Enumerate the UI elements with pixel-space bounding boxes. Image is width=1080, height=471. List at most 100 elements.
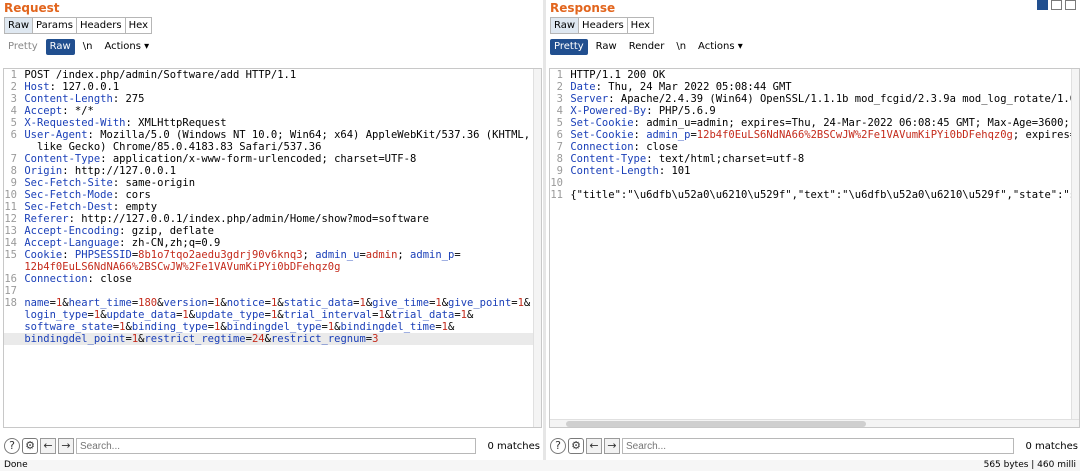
match-count: 0 matches bbox=[487, 440, 540, 452]
header-name: User-Agent bbox=[24, 129, 88, 141]
vertical-scrollbar[interactable] bbox=[533, 69, 541, 427]
line-number: 2 bbox=[556, 81, 563, 93]
tab-headers[interactable]: Headers bbox=[75, 17, 126, 34]
cookie-value: 8b1o7tqo2aedu3gdrj90v6knq3 bbox=[138, 249, 303, 261]
code-line: software_state=1&binding_type=1&bindingd… bbox=[4, 321, 541, 333]
cookie-value: 12b4f0EuLS6NdNA66%2BSCwJW%2Fe1VAVumKiPYi… bbox=[24, 261, 341, 273]
line-number: 10 bbox=[4, 189, 17, 201]
actions-label: Actions bbox=[698, 41, 735, 52]
chevron-down-icon: ▾ bbox=[737, 41, 743, 52]
param-value: 3 bbox=[372, 333, 379, 345]
header-name: Content-Type bbox=[570, 153, 647, 165]
header-value: : application/x-www-form-urlencoded; cha… bbox=[100, 153, 417, 165]
tab-headers[interactable]: Headers bbox=[578, 17, 628, 34]
line-number: 4 bbox=[10, 105, 17, 117]
param-separator: & bbox=[447, 321, 455, 333]
line-content: Content-Type: application/x-www-form-url… bbox=[18, 153, 541, 165]
gear-icon[interactable]: ⚙ bbox=[568, 438, 584, 454]
help-icon[interactable]: ? bbox=[4, 438, 20, 454]
response-lines: 1 HTTP/1.1 200 OK 2 Date: Thu, 24 Mar 202… bbox=[550, 69, 1079, 201]
line-content: Connection: close bbox=[564, 141, 1079, 153]
line-content: Set-Cookie: admin_u=admin; expires=Thu, … bbox=[564, 117, 1079, 129]
request-pane: Request Raw Params Headers Hex Pretty Ra… bbox=[0, 0, 544, 460]
response-stats: 565 bytes | 460 milli bbox=[983, 460, 1076, 470]
next-match-button[interactable]: → bbox=[58, 438, 74, 454]
actions-dropdown[interactable]: Actions ▾ bbox=[694, 39, 747, 55]
tab-raw[interactable]: Raw bbox=[550, 17, 580, 34]
line-content: software_state=1&binding_type=1&bindingd… bbox=[18, 321, 541, 333]
rows-layout-icon[interactable] bbox=[1051, 0, 1062, 10]
code-line: bindingdel_point=1&restrict_regtime=24&r… bbox=[4, 333, 541, 345]
line-number: 6 bbox=[10, 129, 17, 141]
line-content: Host: 127.0.0.1 bbox=[18, 81, 541, 93]
header-value: : same-origin bbox=[112, 177, 196, 189]
pretty-button[interactable]: Pretty bbox=[550, 39, 588, 55]
status-text: Done bbox=[4, 460, 28, 470]
header-value: : http://127.0.0.1/index.php/admin/Home/… bbox=[68, 213, 429, 225]
code-line: 18 name=1&heart_time=180&version=1&notic… bbox=[4, 297, 541, 309]
render-button[interactable]: Render bbox=[625, 39, 669, 55]
param-name: give_point bbox=[448, 297, 512, 309]
line-number: 8 bbox=[556, 153, 563, 165]
tab-hex[interactable]: Hex bbox=[124, 17, 152, 34]
param-name: give_time bbox=[372, 297, 430, 309]
pretty-button[interactable]: Pretty bbox=[4, 39, 42, 55]
header-name: Connection bbox=[24, 273, 88, 285]
vertical-scrollbar[interactable] bbox=[1071, 69, 1079, 427]
response-editor[interactable]: 1 HTTP/1.1 200 OK 2 Date: Thu, 24 Mar 202… bbox=[549, 68, 1080, 428]
param-name: bindingdel_type bbox=[226, 321, 322, 333]
prev-match-button[interactable]: ← bbox=[586, 438, 602, 454]
tab-hex[interactable]: Hex bbox=[626, 17, 655, 34]
cookie-sep: ; bbox=[302, 249, 316, 261]
line-number: 6 bbox=[556, 129, 563, 141]
header-name: Content-Type bbox=[24, 153, 101, 165]
header-value: : http://127.0.0.1 bbox=[62, 165, 177, 177]
next-match-button[interactable]: → bbox=[604, 438, 620, 454]
newline-button[interactable]: \n bbox=[672, 39, 690, 55]
code-line: like Gecko) Chrome/85.0.4183.83 Safari/5… bbox=[4, 141, 541, 153]
line-content: Sec-Fetch-Dest: empty bbox=[18, 201, 541, 213]
newline-button[interactable]: \n bbox=[79, 39, 97, 55]
param-name: update_data bbox=[106, 309, 177, 321]
header-name: Sec-Fetch-Mode bbox=[24, 189, 113, 201]
code-line: 2 Host: 127.0.0.1 bbox=[4, 81, 541, 93]
code-line: 13 Accept-Encoding: gzip, deflate bbox=[4, 225, 541, 237]
request-editor[interactable]: 1 POST /index.php/admin/Software/add HTT… bbox=[3, 68, 542, 428]
line-content: X-Powered-By: PHP/5.6.9 bbox=[564, 105, 1079, 117]
scroll-thumb[interactable] bbox=[566, 421, 866, 427]
param-separator: & bbox=[466, 309, 474, 321]
raw-button[interactable]: Raw bbox=[45, 39, 75, 55]
header-value: : 127.0.0.1 bbox=[49, 81, 120, 93]
horizontal-scrollbar[interactable] bbox=[550, 419, 1079, 427]
header-name: Set-Cookie bbox=[570, 129, 634, 141]
actions-dropdown[interactable]: Actions ▾ bbox=[100, 39, 153, 55]
header-name: Cookie bbox=[24, 249, 63, 261]
header-value: : cors bbox=[112, 189, 151, 201]
actions-label: Actions bbox=[104, 41, 141, 52]
status-bar: Done 565 bytes | 460 milli bbox=[0, 460, 1080, 471]
header-name: Date bbox=[570, 81, 596, 93]
prev-match-button[interactable]: ← bbox=[40, 438, 56, 454]
code-line: 4 X-Powered-By: PHP/5.6.9 bbox=[550, 105, 1079, 117]
param-name: version bbox=[163, 297, 208, 309]
line-number: 9 bbox=[10, 177, 17, 189]
tabs-layout-icon[interactable] bbox=[1065, 0, 1076, 10]
raw-button[interactable]: Raw bbox=[592, 39, 621, 55]
line-number: 13 bbox=[4, 225, 17, 237]
tab-params[interactable]: Params bbox=[32, 17, 77, 34]
search-input[interactable] bbox=[622, 438, 1014, 454]
param-separator: & bbox=[523, 297, 531, 309]
line-number: 18 bbox=[4, 297, 17, 309]
code-line: 10 Sec-Fetch-Mode: cors bbox=[4, 189, 541, 201]
line-content: Set-Cookie: admin_p=12b4f0EuLS6NdNA66%2B… bbox=[564, 129, 1079, 141]
search-input[interactable] bbox=[76, 438, 476, 454]
split-layout-icon[interactable] bbox=[1037, 0, 1048, 10]
param-name: binding_type bbox=[131, 321, 208, 333]
param-name: software_state bbox=[24, 321, 113, 333]
gear-icon[interactable]: ⚙ bbox=[22, 438, 38, 454]
tab-raw[interactable]: Raw bbox=[4, 17, 34, 34]
line-number: 15 bbox=[4, 249, 17, 261]
line-number bbox=[4, 141, 18, 153]
line-number: 1 bbox=[10, 69, 17, 81]
help-icon[interactable]: ? bbox=[550, 438, 566, 454]
